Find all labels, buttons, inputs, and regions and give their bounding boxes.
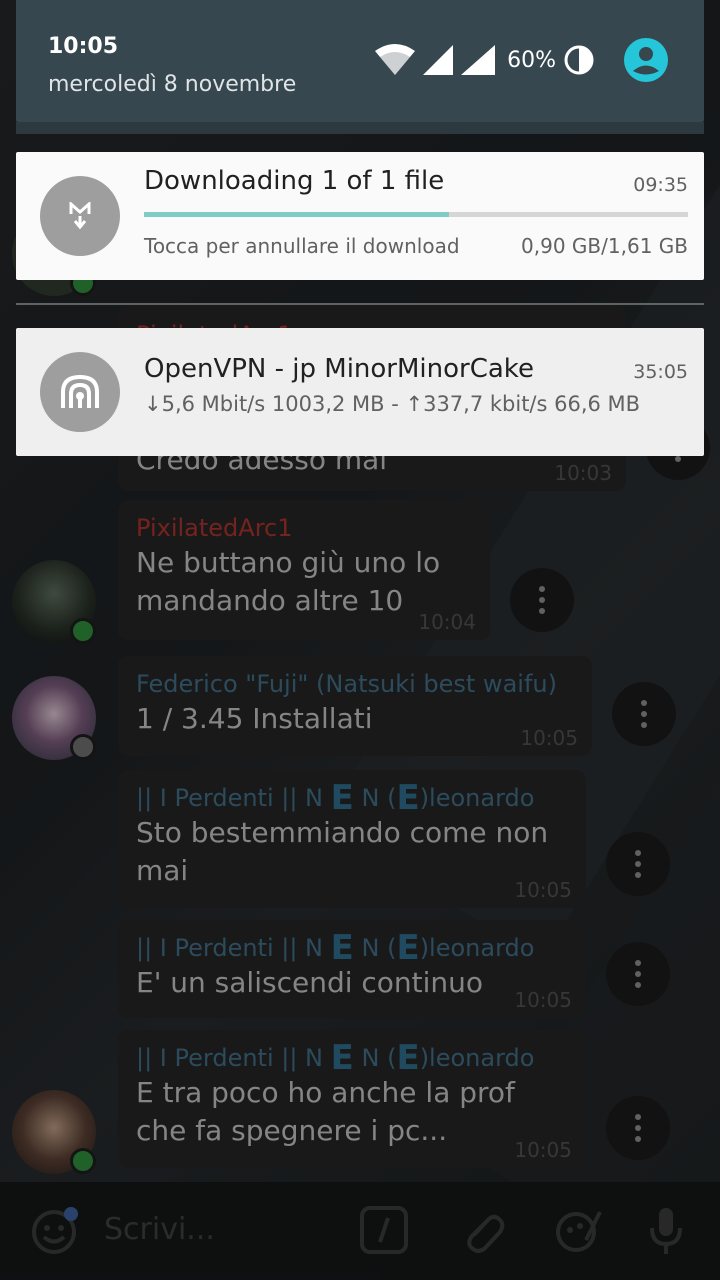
download-progress — [144, 212, 688, 217]
status-clock: 10:05 — [48, 34, 119, 59]
account-icon[interactable] — [624, 38, 668, 82]
battery-percent: 60% — [507, 47, 556, 73]
signal-icon[interactable] — [461, 45, 496, 75]
vpn-notification[interactable]: OpenVPN - jp MinorMinorCake 35:05 ↓5,6 M… — [16, 328, 704, 456]
status-date[interactable]: mercoledì 8 novembre — [48, 72, 296, 97]
notification-title: OpenVPN - jp MinorMinorCake — [144, 354, 534, 384]
quick-settings-header: 10:05 mercoledì 8 novembre 60% — [16, 0, 704, 122]
notification-divider — [16, 303, 704, 305]
download-notification[interactable]: Downloading 1 of 1 file 09:35 Tocca per … — [16, 152, 704, 280]
download-size: 0,90 GB/1,61 GB — [521, 234, 688, 258]
download-icon — [40, 176, 120, 256]
shade-strip — [16, 122, 704, 134]
notification-text: Tocca per annullare il download — [144, 234, 460, 258]
progress-fill — [144, 212, 449, 217]
wifi-icon[interactable] — [375, 43, 416, 77]
vpn-lock-icon — [40, 352, 120, 432]
battery-icon[interactable] — [564, 45, 594, 75]
signal-icon[interactable] — [423, 45, 454, 75]
vpn-traffic-text: ↓5,6 Mbit/s 1003,2 MB - ↑337,7 kbit/s 66… — [144, 392, 641, 416]
notification-time: 09:35 — [633, 174, 688, 196]
status-icons: 60% — [375, 38, 668, 82]
notification-time: 35:05 — [633, 361, 688, 383]
notification-title: Downloading 1 of 1 file — [144, 166, 445, 196]
